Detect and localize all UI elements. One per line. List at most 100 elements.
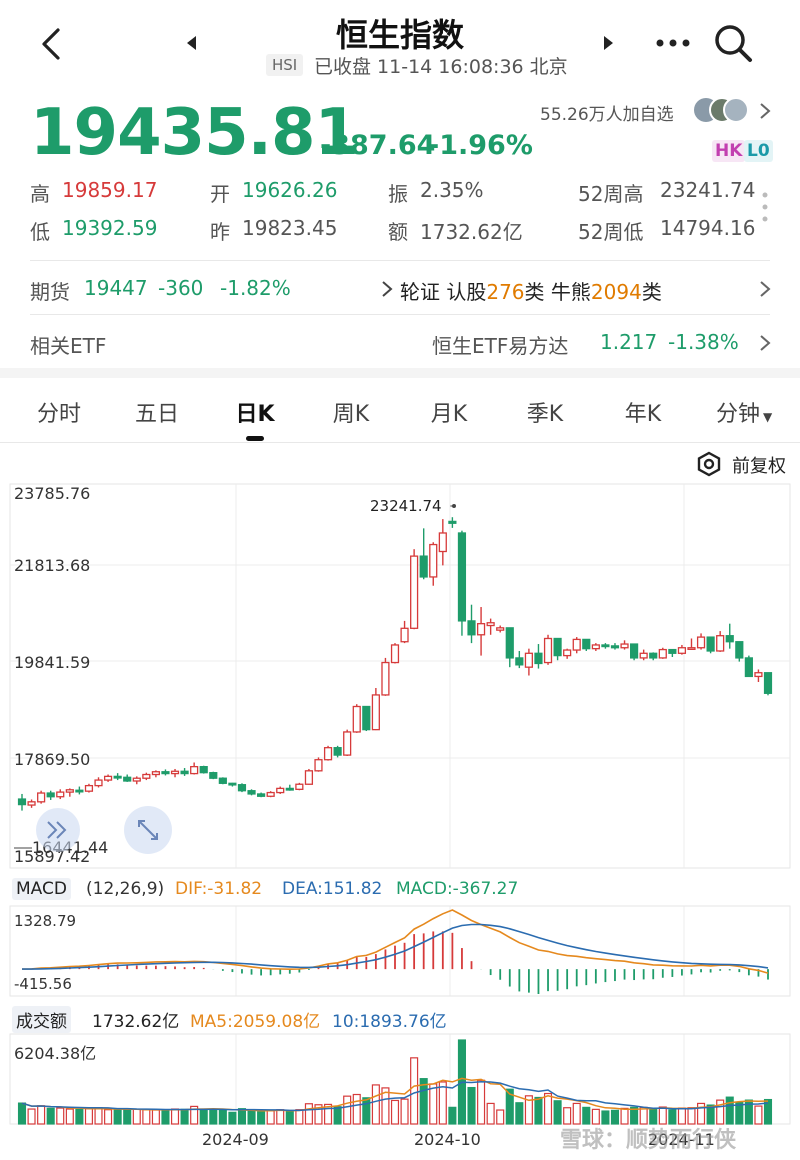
volume-bar [113, 1109, 122, 1125]
kline-chart[interactable] [0, 478, 800, 1160]
candle-body [649, 652, 658, 659]
fullscreen-button[interactable] [124, 806, 172, 854]
candle-body [505, 627, 514, 659]
volume-bar [257, 1111, 266, 1125]
futures-chevron-icon [758, 279, 772, 299]
volume-bar [515, 1102, 524, 1125]
stat-52w-low-label: 52周低 [578, 220, 644, 244]
candle-body [218, 777, 227, 784]
warrants-mid: 类 牛熊 [524, 280, 591, 304]
candle-body [716, 635, 725, 652]
next-index-icon[interactable] [600, 34, 616, 52]
candle-body [94, 779, 103, 787]
candle-body [247, 790, 256, 795]
volume-bar [161, 1110, 170, 1125]
futures-row[interactable]: 期货 19447 -360 -1.82% 轮证 认股276类 牛熊2094类 [0, 262, 800, 312]
candle-body [763, 672, 773, 694]
volume-bar [17, 1102, 27, 1125]
volume-bar [371, 1084, 380, 1125]
candle-body [438, 532, 447, 553]
candle-body [620, 643, 629, 649]
stat-amplitude: 2.35% [420, 178, 484, 202]
followers-chevron-icon[interactable] [758, 101, 772, 121]
search-icon[interactable] [712, 22, 754, 64]
candle-body [639, 652, 648, 659]
volume-bar [46, 1107, 55, 1125]
candle-body [237, 784, 247, 792]
cbbc-suffix: 类 [641, 280, 662, 304]
followers-count[interactable]: 55.26万人加自选 [540, 100, 674, 125]
volume-bar [362, 1097, 371, 1125]
candle-body [496, 627, 505, 631]
volume-bar [218, 1109, 227, 1125]
volume-bar [266, 1110, 275, 1125]
candle-body [486, 622, 495, 627]
volume-bar [199, 1108, 208, 1125]
more-icon[interactable] [654, 36, 694, 50]
expand-icon [138, 820, 158, 840]
max-price-label: 23241.74 [370, 497, 442, 515]
candle-body [304, 770, 314, 785]
etf-label: 相关ETF [30, 334, 107, 358]
volume-bar [543, 1092, 553, 1125]
candle-body [132, 777, 141, 782]
stat-open: 19626.26 [242, 178, 338, 202]
tab-yearly-k[interactable]: 年K [598, 396, 688, 428]
candle-body [333, 747, 342, 756]
candle-body [467, 620, 476, 636]
tab-daily-k[interactable]: 日K [210, 396, 300, 428]
adjust-toggle[interactable]: 前复权 [694, 450, 794, 478]
futures-label: 期货 [30, 280, 70, 304]
tab-five-day[interactable]: 五日 [112, 396, 202, 428]
candle-body [371, 694, 380, 731]
volume-bar [486, 1102, 495, 1125]
volume-label[interactable]: 成交额 [12, 1006, 71, 1033]
stat-amount-label: 额 [388, 220, 408, 244]
candle-body [754, 672, 763, 678]
macd-label[interactable]: MACD [12, 878, 71, 900]
candle-body [390, 644, 400, 664]
scroll-left-button[interactable] [36, 808, 80, 852]
index-code-badge: HSI [266, 54, 304, 76]
volume-bar [343, 1095, 352, 1125]
volume-bar [170, 1108, 180, 1125]
candle-body [706, 636, 715, 652]
tab-weekly-k[interactable]: 周K [306, 396, 396, 428]
y-label-3: 17869.50 [14, 750, 91, 769]
y-label-0: 23785.76 [14, 484, 91, 503]
candle-body [630, 643, 639, 659]
warrants-chevron-icon [380, 279, 394, 299]
candle-body [103, 775, 113, 781]
volume-bar [304, 1103, 313, 1125]
volume-bar [467, 1086, 476, 1125]
candle-body [429, 543, 438, 578]
stats-more-icon[interactable] [760, 190, 770, 226]
candle-body [180, 770, 189, 775]
candle-body [257, 793, 266, 797]
candle-body [725, 635, 734, 643]
candle-body [113, 775, 122, 779]
candle-body [75, 789, 84, 793]
tab-minute[interactable]: 分钟 ▼ [716, 396, 772, 428]
volume-bar [180, 1108, 189, 1125]
candle-body [323, 747, 333, 761]
etf-row[interactable]: 相关ETF 恒生ETF易方达 1.217 -1.38% [0, 316, 800, 366]
stat-high: 19859.17 [62, 178, 158, 202]
volume-value: 1732.62亿 [92, 1012, 180, 1032]
tab-monthly-k[interactable]: 月K [404, 396, 494, 428]
volume-bar [285, 1110, 294, 1125]
volume-bar [104, 1109, 113, 1125]
stat-prev-label: 昨 [210, 220, 230, 244]
candle-body [151, 771, 160, 776]
volume-ma5: MA5:2059.08亿 [190, 1012, 321, 1032]
volume-bar [410, 1057, 419, 1125]
candle-body [543, 637, 553, 664]
volume-bar [429, 1083, 438, 1125]
macd-dea: DEA:151.82 [282, 879, 383, 899]
candle-body [84, 784, 94, 792]
follower-avatars[interactable] [692, 96, 750, 124]
candle-body [343, 731, 352, 756]
tab-quarterly-k[interactable]: 季K [500, 396, 590, 428]
tab-intraday[interactable]: 分时 [14, 396, 104, 428]
candle-body [553, 637, 562, 657]
